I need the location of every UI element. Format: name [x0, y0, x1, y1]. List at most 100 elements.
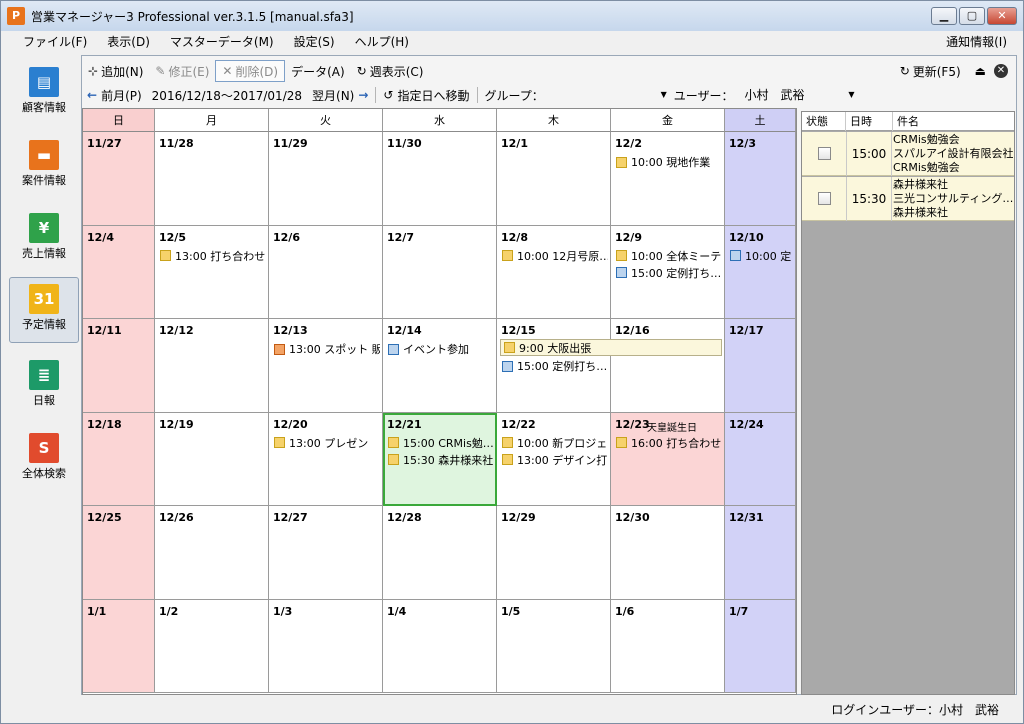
schedule-event[interactable]: 13:00 デザイン打…: [502, 452, 608, 468]
calendar-day-cell[interactable]: 12/5: [155, 225, 269, 319]
table-row[interactable]: 15:00 CRMis勉強会 スパルアイ設計有限会社 CRMis勉強会: [802, 132, 1014, 176]
refresh-button[interactable]: ↻ 更新(F5): [894, 60, 967, 82]
calendar-day-cell[interactable]: 12/11: [83, 319, 155, 413]
edit-button[interactable]: ✎ 修正(E): [149, 60, 215, 82]
day-number: 12/5: [159, 230, 186, 244]
schedule-event[interactable]: 13:00 プレゼン: [274, 435, 380, 451]
calendar-day-cell[interactable]: 11/28: [155, 132, 269, 226]
calendar-day-cell[interactable]: 12/23 天皇誕生日: [611, 412, 725, 506]
calendar-day-cell[interactable]: 11/29: [269, 132, 383, 226]
sidebar-item-schedule[interactable]: 31 予定情報: [9, 277, 79, 343]
calendar-day-cell[interactable]: 11/30: [383, 132, 497, 226]
table-row[interactable]: 15:30 森井様来社 三光コンサルティング… 森井様来社: [802, 177, 1014, 221]
subject-line: スパルアイ設計有限会社: [893, 147, 1013, 160]
upload-icon[interactable]: ⏏: [975, 64, 986, 78]
close-panel-icon[interactable]: ✕: [994, 64, 1008, 78]
day-number: 12/18: [87, 417, 122, 431]
group-select[interactable]: ▼: [549, 86, 669, 104]
event-title: 10:00 新プロジェ…: [517, 436, 608, 450]
calendar-day-cell[interactable]: 1/6: [611, 599, 725, 693]
calendar-day-cell[interactable]: 12/24: [725, 412, 796, 506]
next-month-button[interactable]: 翌月(N) →: [307, 87, 373, 104]
menu-help[interactable]: ヘルプ(H): [345, 31, 419, 53]
close-button[interactable]: ✕: [987, 7, 1017, 25]
chevron-down-icon: ▼: [848, 90, 855, 99]
calendar-day-cell[interactable]: 12/7: [383, 225, 497, 319]
sidebar-item-deal[interactable]: ▬ 案件情報: [9, 134, 79, 200]
schedule-event[interactable]: 13:00 スポット 販…: [274, 341, 380, 357]
calendar-day-cell[interactable]: 12/6: [269, 225, 383, 319]
day-number: 12/19: [159, 417, 194, 431]
calendar-day-cell[interactable]: 12/26: [155, 506, 269, 600]
minimize-button[interactable]: ▁: [931, 7, 957, 25]
calendar-day-cell[interactable]: 1/5: [497, 599, 611, 693]
calendar-day-cell[interactable]: 1/4: [383, 599, 497, 693]
calendar-day-cell[interactable]: 12/17: [725, 319, 796, 413]
week-view-button[interactable]: ↻ 週表示(C): [351, 60, 430, 82]
column-header-datetime[interactable]: 日時: [846, 112, 893, 131]
status-checkbox[interactable]: [818, 147, 831, 160]
day-number: 1/7: [729, 604, 749, 618]
calendar-day-cell[interactable]: 12/25: [83, 506, 155, 600]
prev-month-button[interactable]: ← 前月(P): [82, 87, 147, 104]
calendar-day-cell[interactable]: 12/14: [383, 319, 497, 413]
menu-file[interactable]: ファイル(F): [1, 31, 97, 53]
calendar-day-cell[interactable]: 12/4: [83, 225, 155, 319]
calendar-day-cell[interactable]: 12/1: [497, 132, 611, 226]
multi-day-event[interactable]: 9:00 大阪出張: [500, 339, 722, 356]
schedule-event[interactable]: 15:00 定例打ち…: [616, 265, 722, 281]
schedule-event[interactable]: 10:00 12月号原…: [502, 248, 608, 264]
calendar-day-cell[interactable]: 12/2: [611, 132, 725, 226]
calendar-day-cell[interactable]: 1/1: [83, 599, 155, 693]
schedule-event[interactable]: 13:00 打ち合わせ: [160, 248, 266, 264]
calendar-day-cell[interactable]: 12/20: [269, 412, 383, 506]
calendar-day-cell[interactable]: 12/30: [611, 506, 725, 600]
sidebar-item-sales[interactable]: ¥ 売上情報: [9, 207, 79, 273]
calendar-day-cell[interactable]: 1/2: [155, 599, 269, 693]
calendar-day-cell[interactable]: 12/28: [383, 506, 497, 600]
data-button[interactable]: データ(A): [285, 60, 351, 82]
schedule-event[interactable]: イベント参加: [388, 341, 494, 357]
app-logo-icon: P: [7, 7, 25, 25]
menu-master-data[interactable]: マスターデータ(M): [160, 31, 284, 53]
status-checkbox[interactable]: [818, 192, 831, 205]
schedule-event[interactable]: 15:00 定例打ち…: [502, 358, 608, 374]
calendar-day-cell[interactable]: 12/31: [725, 506, 796, 600]
menu-notifications[interactable]: 通知情報(I): [946, 31, 1007, 53]
calendar-day-cell[interactable]: 12/3: [725, 132, 796, 226]
column-header-subject[interactable]: 件名: [893, 112, 1014, 131]
calendar-day-cell[interactable]: 12/13: [269, 319, 383, 413]
calendar-day-cell[interactable]: 1/3: [269, 599, 383, 693]
event-icon: [616, 267, 627, 278]
sidebar-item-daily-report[interactable]: ≣ 日報: [9, 354, 79, 420]
calendar-day-cell[interactable]: 12/16: [611, 319, 725, 413]
calendar-day-cell[interactable]: 12/8: [497, 225, 611, 319]
add-button[interactable]: ⊹ 追加(N): [82, 60, 149, 82]
schedule-event[interactable]: 10:00 全体ミーテ…: [616, 248, 722, 264]
user-select[interactable]: 小村 武裕 ▼: [739, 86, 857, 104]
calendar-day-cell[interactable]: 12/12: [155, 319, 269, 413]
calendar-day-cell[interactable]: 12/29: [497, 506, 611, 600]
day-number: 12/13: [273, 324, 308, 337]
schedule-event[interactable]: 16:00 打ち合わせ: [616, 435, 722, 451]
calendar-day-cell[interactable]: 11/27: [83, 132, 155, 226]
schedule-event[interactable]: 10:00 定: [730, 248, 793, 264]
calendar-day-cell[interactable]: 12/19: [155, 412, 269, 506]
schedule-event[interactable]: 15:30 森井様来社: [388, 452, 494, 468]
schedule-event[interactable]: 10:00 新プロジェ…: [502, 435, 608, 451]
maximize-button[interactable]: ▢: [959, 7, 985, 25]
sidebar-item-customer[interactable]: ▤ 顧客情報: [9, 61, 79, 127]
column-header-status[interactable]: 状態: [802, 112, 846, 131]
menu-view[interactable]: 表示(D): [97, 31, 160, 53]
schedule-event[interactable]: 10:00 現地作業: [616, 154, 722, 170]
calendar-day-cell[interactable]: 12/27: [269, 506, 383, 600]
schedule-event[interactable]: 15:00 CRMis勉…: [388, 435, 494, 451]
calendar-day-cell[interactable]: 12/10: [725, 225, 796, 319]
calendar-day-cell[interactable]: 12/18: [83, 412, 155, 506]
calendar-day-cell[interactable]: 1/7: [725, 599, 796, 693]
sidebar-item-search[interactable]: S 全体検索: [9, 427, 79, 493]
goto-date-button[interactable]: ↺ 指定日へ移動: [378, 87, 474, 104]
menu-settings[interactable]: 設定(S): [284, 31, 345, 53]
delete-button[interactable]: ✕ 削除(D): [215, 60, 286, 82]
weekday-header: 水: [383, 109, 497, 132]
